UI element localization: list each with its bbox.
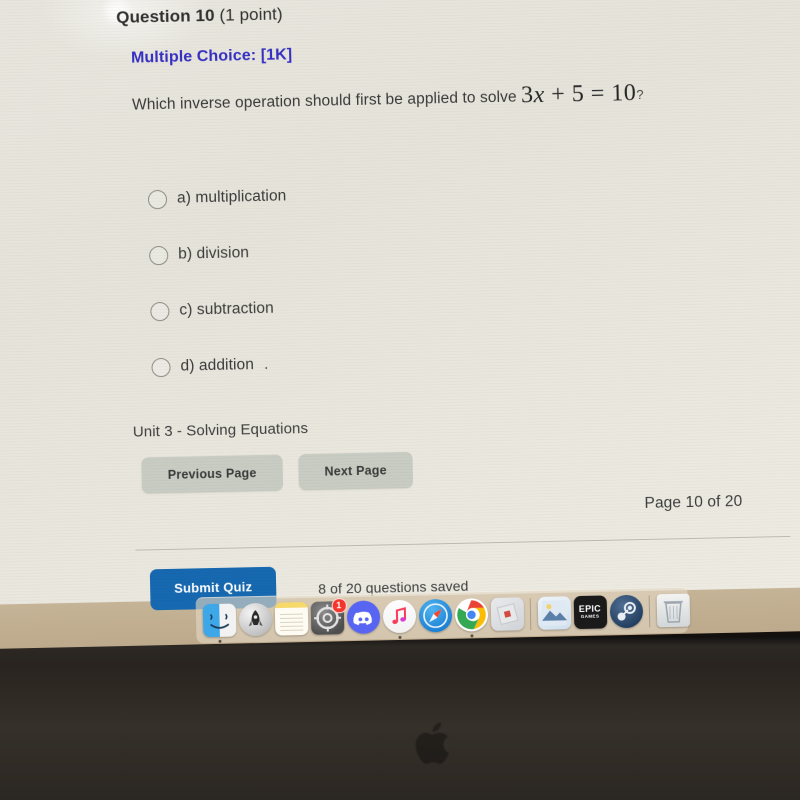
question-type-label: Multiple Choice: [1K] bbox=[130, 46, 293, 67]
equation-equals: = bbox=[590, 80, 606, 108]
option-label-c: c) subtraction bbox=[179, 299, 274, 319]
page-navigation: Previous Page Next Page bbox=[141, 444, 786, 494]
dock-item-notes[interactable] bbox=[274, 601, 308, 636]
epic-games-icon[interactable]: EPIC GAMES bbox=[573, 595, 607, 630]
dock-item-safari[interactable] bbox=[418, 598, 452, 633]
trash-icon[interactable] bbox=[656, 593, 690, 628]
epic-games-wordmark-bottom: GAMES bbox=[580, 613, 600, 619]
music-note-icon[interactable] bbox=[382, 599, 416, 634]
question-number: Question 10 bbox=[116, 5, 215, 27]
option-d-trailing-mark: . bbox=[263, 355, 269, 373]
roblox-icon[interactable] bbox=[490, 597, 524, 631]
epic-games-wordmark-top: EPIC bbox=[578, 603, 602, 615]
dock-item-system-preferences[interactable]: 1 bbox=[310, 598, 347, 635]
quiz-page: Question 10 (1 point) Multiple Choice: [… bbox=[0, 0, 800, 611]
page-indicator: Page 10 of 20 bbox=[644, 492, 743, 512]
question-prompt: Which inverse operation should first be … bbox=[132, 77, 778, 118]
dock-item-epic-games[interactable]: EPIC GAMES bbox=[573, 595, 607, 630]
next-page-button[interactable]: Next Page bbox=[298, 451, 414, 491]
option-label-a: a) multiplication bbox=[176, 187, 287, 207]
unit-label: Unit 3 - Solving Equations bbox=[132, 419, 309, 441]
option-b[interactable]: b) division bbox=[148, 224, 782, 273]
photo-of-imac-screen: Question 10 (1 point) Multiple Choice: [… bbox=[0, 0, 800, 800]
option-label-b: b) division bbox=[178, 244, 250, 263]
discord-icon[interactable] bbox=[346, 600, 380, 635]
dock-separator-1 bbox=[529, 597, 532, 630]
radio-button-icon-b[interactable] bbox=[148, 245, 169, 265]
dock-item-music[interactable] bbox=[382, 599, 416, 639]
dock-item-steam[interactable] bbox=[609, 594, 643, 629]
quiz-content: Question 10 (1 point) Multiple Choice: [… bbox=[116, 0, 791, 611]
dock-item-discord[interactable] bbox=[346, 600, 380, 635]
radio-button-icon-d[interactable] bbox=[151, 357, 171, 377]
dock-item-trash[interactable] bbox=[656, 593, 690, 628]
equation-plus: + bbox=[550, 81, 566, 108]
apple-logo bbox=[415, 722, 449, 764]
steam-icon[interactable] bbox=[609, 594, 643, 629]
dock-item-launchpad[interactable] bbox=[238, 602, 272, 637]
dock-separator-2 bbox=[648, 594, 651, 627]
dock-item-preview[interactable] bbox=[537, 596, 571, 630]
music-running-indicator bbox=[397, 635, 402, 639]
option-d[interactable]: d) addition . bbox=[151, 336, 784, 385]
equation-addend: 5 bbox=[571, 81, 585, 108]
radio-button-icon-a[interactable] bbox=[147, 189, 168, 209]
previous-page-button[interactable]: Previous Page bbox=[141, 454, 283, 494]
preview-icon[interactable] bbox=[537, 596, 571, 630]
finder-icon[interactable] bbox=[202, 603, 236, 638]
dock-item-roblox[interactable] bbox=[490, 597, 524, 631]
safari-compass-icon[interactable] bbox=[418, 598, 452, 633]
equation-coefficient: 3 bbox=[520, 82, 534, 109]
equation-result: 10 bbox=[611, 80, 637, 107]
equation-variable: x bbox=[533, 81, 545, 109]
option-a[interactable]: a) multiplication bbox=[147, 168, 781, 217]
chrome-running-indicator bbox=[469, 634, 473, 638]
question-points: (1 point) bbox=[219, 4, 283, 25]
finder-running-indicator bbox=[217, 639, 222, 643]
option-label-d: d) addition bbox=[180, 356, 255, 375]
chrome-icon[interactable] bbox=[454, 598, 488, 632]
imac-chin bbox=[0, 636, 800, 800]
question-mark: ? bbox=[636, 86, 644, 103]
launchpad-icon[interactable] bbox=[238, 602, 272, 637]
dock-item-finder[interactable] bbox=[202, 603, 236, 643]
radio-button-icon-c[interactable] bbox=[150, 301, 170, 321]
footer-divider bbox=[135, 535, 791, 551]
system-preferences-badge: 1 bbox=[331, 598, 347, 614]
notes-icon[interactable] bbox=[274, 601, 308, 636]
question-heading: Question 10 (1 point) bbox=[116, 0, 776, 28]
option-c[interactable]: c) subtraction bbox=[150, 280, 783, 329]
answer-options: a) multiplication b) division c) subtrac… bbox=[147, 168, 784, 385]
question-equation: 3x + 5 = 10 bbox=[521, 80, 637, 108]
question-prompt-text: Which inverse operation should first be … bbox=[131, 88, 517, 114]
dock-item-chrome[interactable] bbox=[454, 598, 488, 638]
